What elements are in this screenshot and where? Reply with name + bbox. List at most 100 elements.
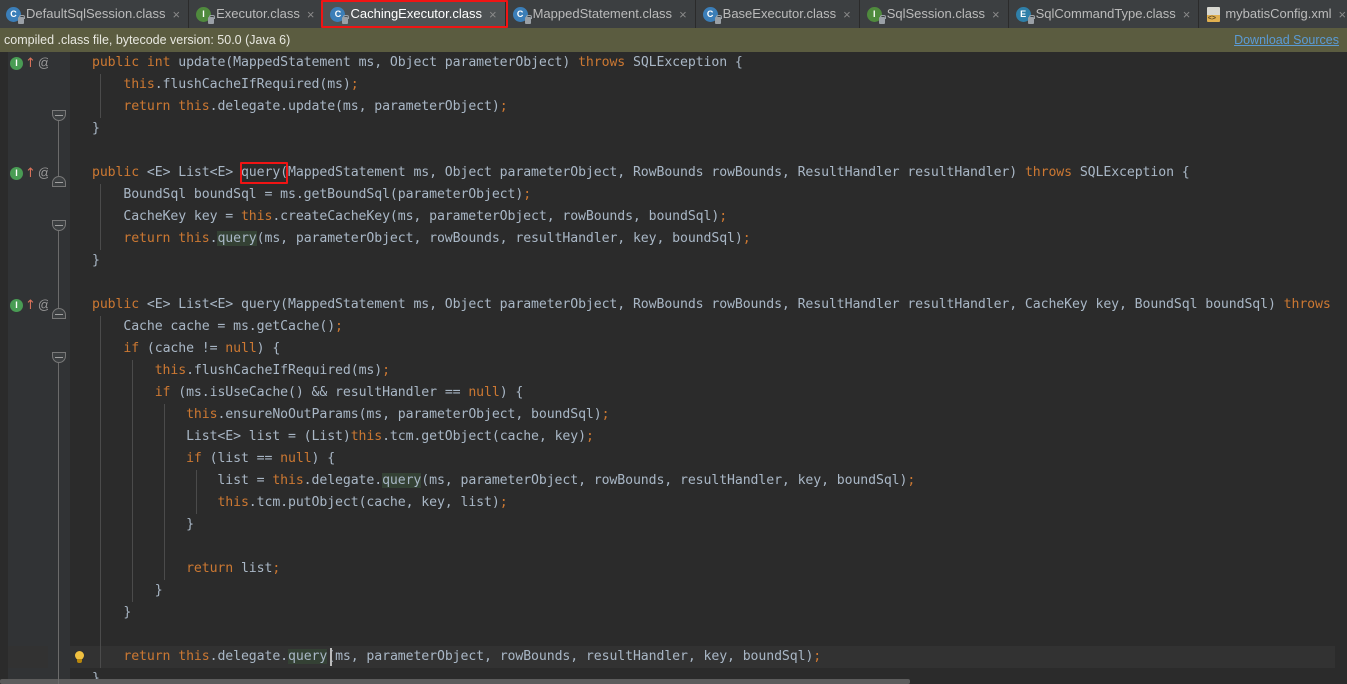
- code-line[interactable]: return list;: [92, 558, 280, 580]
- gutter-marker[interactable]: I ↑ @: [10, 162, 51, 184]
- code-line[interactable]: }: [92, 118, 100, 140]
- code-line[interactable]: if (ms.isUseCache() && resultHandler == …: [92, 382, 524, 404]
- code-line[interactable]: List<E> list = (List)this.tcm.getObject(…: [92, 426, 594, 448]
- code-line[interactable]: }: [92, 514, 194, 536]
- code-token: .tcm.putObject: [248, 495, 359, 510]
- marker-gutter[interactable]: [1335, 52, 1347, 684]
- fold-collapse-icon[interactable]: [52, 308, 66, 319]
- code-line[interactable]: }: [92, 250, 100, 272]
- code-line[interactable]: if (list == null) {: [92, 448, 335, 470]
- code-line[interactable]: return this.delegate.update(ms, paramete…: [92, 96, 507, 118]
- code-token: (: [146, 341, 155, 356]
- gutter-marker[interactable]: [74, 646, 85, 668]
- code-line[interactable]: this.ensureNoOutParams(ms, parameterObje…: [92, 404, 609, 426]
- horizontal-scrollbar-thumb[interactable]: [0, 679, 910, 684]
- indent-guide: [100, 74, 101, 118]
- code-line[interactable]: BoundSql boundSql = ms.getBoundSql(param…: [92, 184, 531, 206]
- code-token: .delegate.: [303, 473, 383, 488]
- editor-tab-sqlcommandtype-class[interactable]: E SqlCommandType.class ×: [1009, 0, 1200, 28]
- editor-tab-baseexecutor-class[interactable]: C BaseExecutor.class ×: [696, 0, 860, 28]
- code-line[interactable]: return this.delegate.query(ms, parameter…: [92, 646, 821, 668]
- download-sources-link[interactable]: Download Sources: [1234, 33, 1339, 47]
- indent-guide: [100, 316, 101, 668]
- tab-close-icon[interactable]: ×: [489, 8, 497, 21]
- notice-text: compiled .class file, bytecode version: …: [4, 33, 291, 47]
- code-token: .delegate.: [209, 649, 289, 664]
- code-line[interactable]: this.flushCacheIfRequired(ms);: [92, 74, 358, 96]
- tab-close-icon[interactable]: ×: [992, 8, 1000, 21]
- tab-close-icon[interactable]: ×: [1339, 8, 1347, 21]
- code-token: ;: [813, 649, 822, 664]
- overriding-method-arrow-icon[interactable]: ↑: [25, 167, 36, 180]
- code-token: List<E> list =: [92, 429, 304, 444]
- editor-tab-defaultsqlsession-class[interactable]: C DefaultSqlSession.class ×: [0, 0, 190, 28]
- code-token: BoundSql boundSql = ms.getBoundSql: [92, 187, 390, 202]
- gutter-marker[interactable]: I ↑ @: [10, 52, 51, 74]
- code-line[interactable]: if (cache != null) {: [92, 338, 280, 360]
- code-token: this: [217, 495, 249, 510]
- code-token: (): [288, 385, 304, 400]
- lock-badge-icon: [1027, 14, 1035, 24]
- tab-close-icon[interactable]: ×: [172, 8, 180, 21]
- overriding-method-arrow-icon[interactable]: ↑: [25, 57, 36, 70]
- implementing-method-icon[interactable]: I: [10, 166, 23, 180]
- code-line[interactable]: Cache cache = ms.getCache();: [92, 316, 343, 338]
- code-line[interactable]: return this.query(ms, parameterObject, r…: [92, 228, 751, 250]
- editor-tab-mappedstatement-class[interactable]: C MappedStatement.class ×: [506, 0, 696, 28]
- horizontal-scrollbar[interactable]: [0, 679, 1347, 684]
- code-line[interactable]: this.tcm.putObject(cache, key, list);: [92, 492, 507, 514]
- tab-close-icon[interactable]: ×: [307, 8, 315, 21]
- code-token: }: [154, 583, 163, 598]
- tab-label: DefaultSqlSession.class: [26, 6, 166, 21]
- implementing-method-icon[interactable]: I: [10, 298, 23, 312]
- intention-bulb-icon[interactable]: [74, 650, 85, 664]
- code-token: CacheKey key =: [92, 209, 241, 224]
- code-line[interactable]: this.flushCacheIfRequired(ms);: [92, 360, 390, 382]
- code-token: this: [123, 77, 155, 92]
- code-token: (: [225, 55, 234, 70]
- gutter-marker[interactable]: I ↑ @: [10, 294, 51, 316]
- code-token: (: [256, 231, 265, 246]
- editor-tab-mybatisconfig-xml[interactable]: mybatisConfig.xml ×: [1199, 0, 1347, 28]
- code-token: ;: [907, 473, 916, 488]
- code-line[interactable]: public <E> List<E> query(MappedStatement…: [92, 294, 1347, 316]
- code-token: (: [335, 99, 343, 114]
- code-token: .createCacheKey: [272, 209, 390, 224]
- lock-badge-icon: [524, 14, 532, 24]
- code-line[interactable]: list = this.delegate.query(ms, parameter…: [92, 470, 915, 492]
- code-editor[interactable]: I ↑ @ I ↑ @ I ↑ @ public int update(MappedStatem…: [0, 52, 1347, 684]
- code-line[interactable]: CacheKey key = this.createCacheKey(ms, p…: [92, 206, 727, 228]
- code-token: ): [578, 429, 586, 444]
- code-token: cache, key, list: [366, 495, 492, 510]
- code-content[interactable]: public int update(MappedStatement ms, Ob…: [70, 52, 1347, 684]
- code-token: ms, parameterObject, rowBounds, resultHa…: [429, 473, 900, 488]
- tab-close-icon[interactable]: ×: [843, 8, 851, 21]
- code-line[interactable]: }: [92, 602, 131, 624]
- code-line[interactable]: public int update(MappedStatement ms, Ob…: [92, 52, 743, 74]
- code-line[interactable]: public <E> List<E> query(MappedStatement…: [92, 162, 1190, 184]
- implementing-method-icon[interactable]: I: [10, 56, 23, 70]
- tab-close-icon[interactable]: ×: [1183, 8, 1191, 21]
- fold-collapse-icon[interactable]: [52, 176, 66, 187]
- enum-icon: E: [1015, 6, 1035, 24]
- tab-label: BaseExecutor.class: [722, 6, 837, 21]
- overriding-method-arrow-icon[interactable]: ↑: [25, 299, 36, 312]
- code-token: ): [342, 429, 351, 444]
- code-token: ms, parameterObject, rowBounds, resultHa…: [335, 649, 806, 664]
- editor-tab-cachingexecutor-class[interactable]: C CachingExecutor.class ×: [323, 0, 506, 28]
- editor-tab-executor-class[interactable]: I Executor.class ×: [189, 0, 324, 28]
- editor-tab-sqlsession-class[interactable]: I SqlSession.class ×: [860, 0, 1009, 28]
- code-token: ): [734, 231, 743, 246]
- indent-guide: [100, 184, 101, 250]
- editor-tab-bar[interactable]: C DefaultSqlSession.class × I Executor.class…: [0, 0, 1347, 28]
- code-token: (: [350, 363, 359, 378]
- code-line[interactable]: }: [92, 580, 163, 602]
- code-token: if: [186, 451, 210, 466]
- code-folding-strip[interactable]: [48, 52, 70, 684]
- code-token: null: [280, 451, 312, 466]
- tab-close-icon[interactable]: ×: [679, 8, 687, 21]
- code-token: if: [123, 341, 147, 356]
